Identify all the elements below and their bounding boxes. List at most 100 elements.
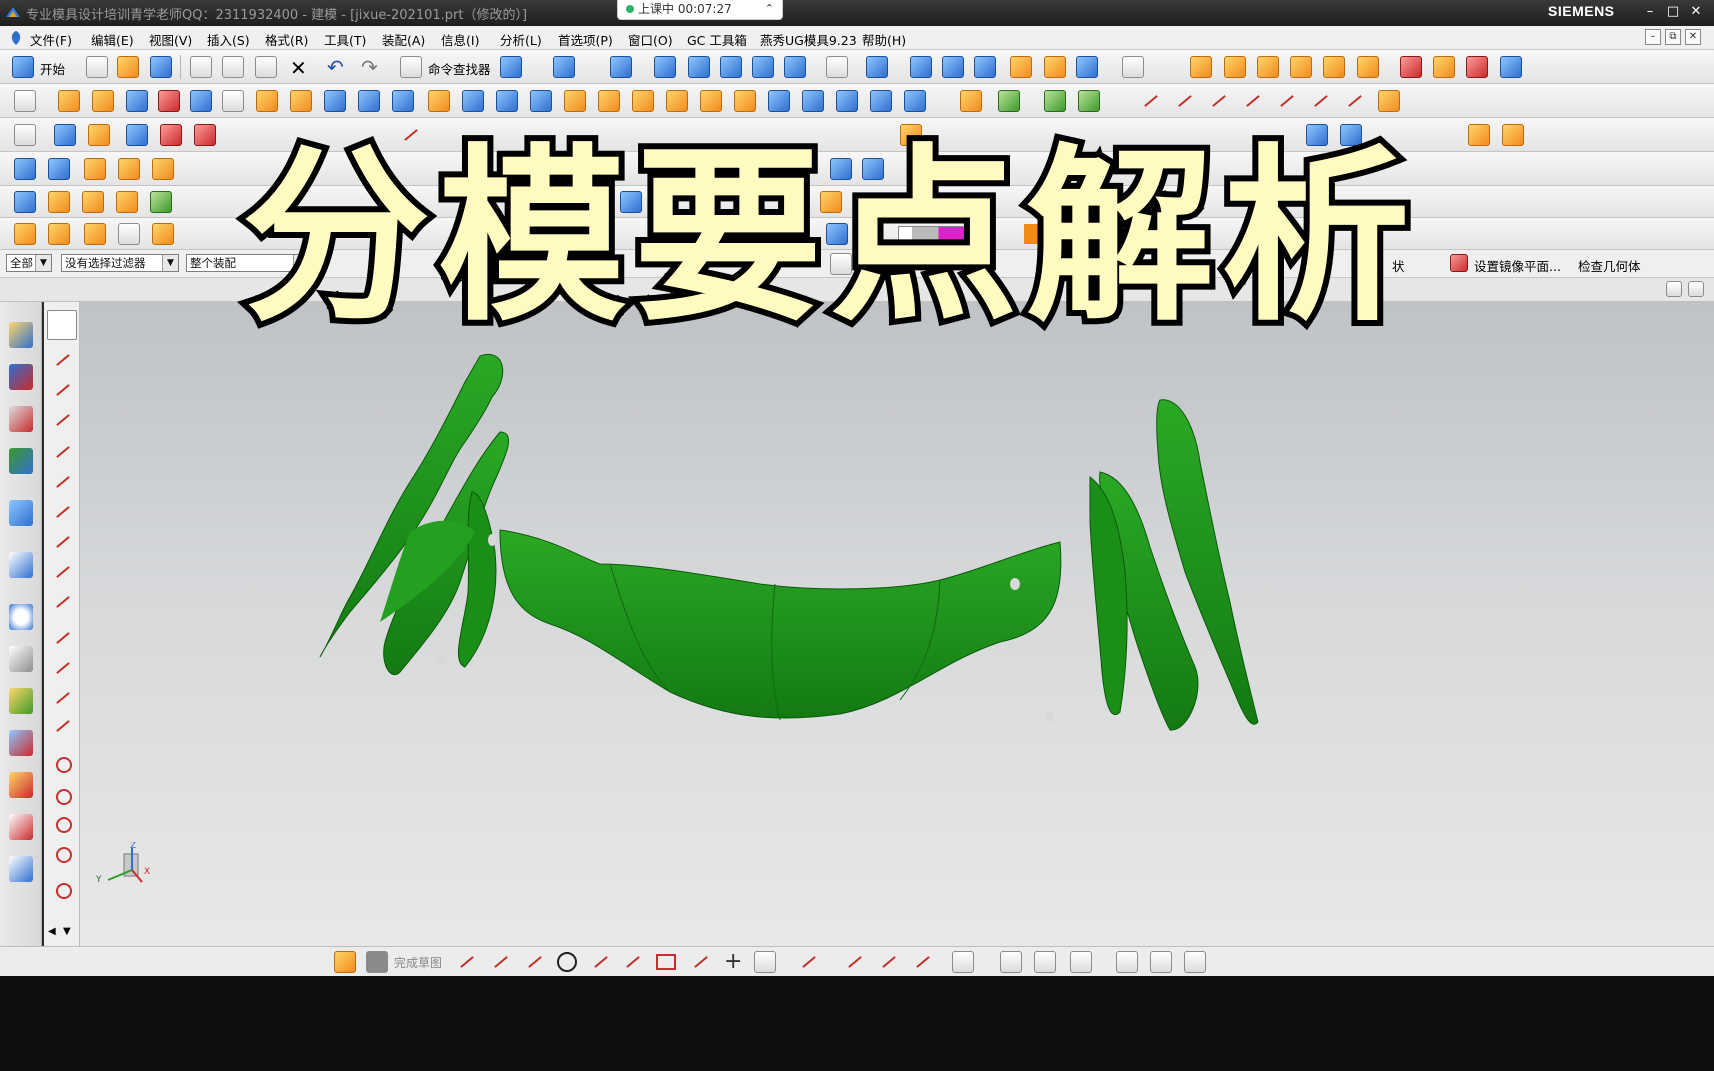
- menu-yanxiu-mold[interactable]: 燕秀UG模具9.23: [760, 30, 857, 49]
- groove-icon[interactable]: [598, 90, 620, 112]
- history-clock-icon[interactable]: [9, 604, 33, 630]
- pattern-icon-2[interactable]: [84, 223, 106, 245]
- edit-parameters-icon[interactable]: [54, 124, 76, 146]
- copy-icon[interactable]: [222, 56, 244, 78]
- sketch-settings-icon[interactable]: [334, 951, 356, 973]
- bracket-icon[interactable]: [84, 158, 106, 180]
- menu-analysis[interactable]: 分析(L): [500, 30, 542, 49]
- orient-icon[interactable]: [752, 56, 774, 78]
- delete-x-icon[interactable]: ✕: [290, 56, 307, 80]
- curve-1-icon[interactable]: [1140, 90, 1162, 112]
- undo-icon[interactable]: ↶: [327, 55, 344, 79]
- revolve-icon[interactable]: [92, 90, 114, 112]
- arc-1-icon[interactable]: [53, 628, 73, 648]
- doc-close-button[interactable]: ✕: [1685, 29, 1701, 45]
- shape-1-icon[interactable]: [14, 223, 36, 245]
- emboss-icon[interactable]: [256, 90, 278, 112]
- grid-plane-icon[interactable]: [53, 592, 73, 612]
- background-icon[interactable]: [1122, 56, 1144, 78]
- curve-7-icon[interactable]: [1344, 90, 1366, 112]
- mold-tool-9-icon[interactable]: [1466, 56, 1488, 78]
- assembly-navigator-icon[interactable]: [9, 322, 33, 348]
- curve-3-icon[interactable]: [1208, 90, 1230, 112]
- top-view-icon[interactable]: [910, 56, 932, 78]
- manufacturing-wizard-icon[interactable]: [9, 730, 33, 756]
- datum-icon[interactable]: [222, 90, 244, 112]
- recording-indicator[interactable]: 上课中 00:07:27 ⌃: [617, 0, 783, 20]
- roles-icon[interactable]: [9, 772, 33, 798]
- curve-5-icon[interactable]: [1276, 90, 1298, 112]
- selection-filter-select[interactable]: 没有选择过滤器 ▼: [61, 254, 179, 272]
- ug-start-icon[interactable]: [12, 56, 34, 78]
- render-style-icon[interactable]: [826, 56, 848, 78]
- mold-tool-3-icon[interactable]: [1257, 56, 1279, 78]
- studio-spline-icon[interactable]: [690, 951, 712, 973]
- check-geometry-button[interactable]: 检查几何体: [1578, 256, 1641, 275]
- copy-layer-icon[interactable]: [118, 223, 140, 245]
- point-line-icon[interactable]: [53, 472, 73, 492]
- sphere-icon[interactable]: [290, 90, 312, 112]
- menu-assembly[interactable]: 装配(A): [382, 30, 425, 49]
- open-folder-icon[interactable]: [117, 56, 139, 78]
- mold-tool-4-icon[interactable]: [1290, 56, 1312, 78]
- palette-tab-icon[interactable]: [9, 856, 33, 882]
- show-hide-icon[interactable]: [1044, 56, 1066, 78]
- fit-view-icon[interactable]: [500, 56, 522, 78]
- arc-2-icon[interactable]: [53, 658, 73, 678]
- cut-icon[interactable]: [190, 56, 212, 78]
- y-axis-icon[interactable]: [118, 158, 140, 180]
- hole-icon[interactable]: [428, 90, 450, 112]
- assembly-icon[interactable]: [1502, 124, 1524, 146]
- curve-4-icon[interactable]: [1242, 90, 1264, 112]
- mold-tool-2-icon[interactable]: [1224, 56, 1246, 78]
- show-constraint-icon[interactable]: [1000, 951, 1022, 973]
- type-filter-select[interactable]: 全部 ▼: [6, 254, 52, 272]
- mirror-icon[interactable]: [870, 90, 892, 112]
- move-face-icon[interactable]: [1078, 90, 1100, 112]
- close-button[interactable]: ✕: [1686, 3, 1706, 21]
- command-finder-button[interactable]: 命令查找器: [428, 59, 491, 78]
- fullscreen-icon[interactable]: [1688, 281, 1704, 297]
- mold-tool-1-icon[interactable]: [1190, 56, 1212, 78]
- dimension-bottom-icon[interactable]: [1034, 951, 1056, 973]
- circle-tangent-icon[interactable]: [53, 814, 73, 834]
- part-navigator-tab-icon[interactable]: [9, 406, 33, 432]
- text-icon[interactable]: [14, 191, 36, 213]
- slot-icon[interactable]: [564, 90, 586, 112]
- intersect-icon[interactable]: [1044, 90, 1066, 112]
- chamfer-icon[interactable]: [666, 90, 688, 112]
- draft-icon[interactable]: [734, 90, 756, 112]
- curve-8-icon[interactable]: [1378, 90, 1400, 112]
- pan-icon[interactable]: [688, 56, 710, 78]
- dimension-icon[interactable]: [48, 191, 70, 213]
- trim-body-icon[interactable]: [768, 90, 790, 112]
- menu-preferences[interactable]: 首选项(P): [558, 30, 613, 49]
- circle-bottom-icon[interactable]: [557, 952, 577, 972]
- hd3d-tools-icon[interactable]: [9, 500, 33, 526]
- auto-dimension-icon[interactable]: [1070, 951, 1092, 973]
- chamfer-bottom-icon[interactable]: [622, 951, 644, 973]
- mold-tool-10-icon[interactable]: [1500, 56, 1522, 78]
- redo-icon[interactable]: ↷: [361, 55, 378, 79]
- pattern-icon[interactable]: [836, 90, 858, 112]
- arc-3-icon[interactable]: [53, 688, 73, 708]
- mold-tool-8-icon[interactable]: [1433, 56, 1455, 78]
- snap-grid-icon[interactable]: [48, 158, 70, 180]
- sketch-icon[interactable]: [14, 90, 36, 112]
- replay-icon[interactable]: [88, 124, 110, 146]
- circle-center-icon[interactable]: [53, 754, 73, 774]
- green-part-model[interactable]: [80, 302, 1714, 946]
- chevron-up-icon[interactable]: ⌃: [765, 0, 774, 18]
- offset-curve-icon[interactable]: [754, 951, 776, 973]
- spline-icon[interactable]: [53, 562, 73, 582]
- line-bottom-icon[interactable]: [490, 951, 512, 973]
- menu-gc-toolbox[interactable]: GC 工具箱: [687, 30, 747, 49]
- minimize-button[interactable]: –: [1640, 3, 1660, 21]
- auto-constraint-icon[interactable]: [952, 951, 974, 973]
- front-view-icon[interactable]: [942, 56, 964, 78]
- fillet-icon[interactable]: [590, 951, 612, 973]
- maximize-button[interactable]: □: [1663, 3, 1683, 21]
- system-materials-icon[interactable]: [9, 646, 33, 672]
- unite-icon[interactable]: [960, 90, 982, 112]
- box-open-icon[interactable]: [116, 191, 138, 213]
